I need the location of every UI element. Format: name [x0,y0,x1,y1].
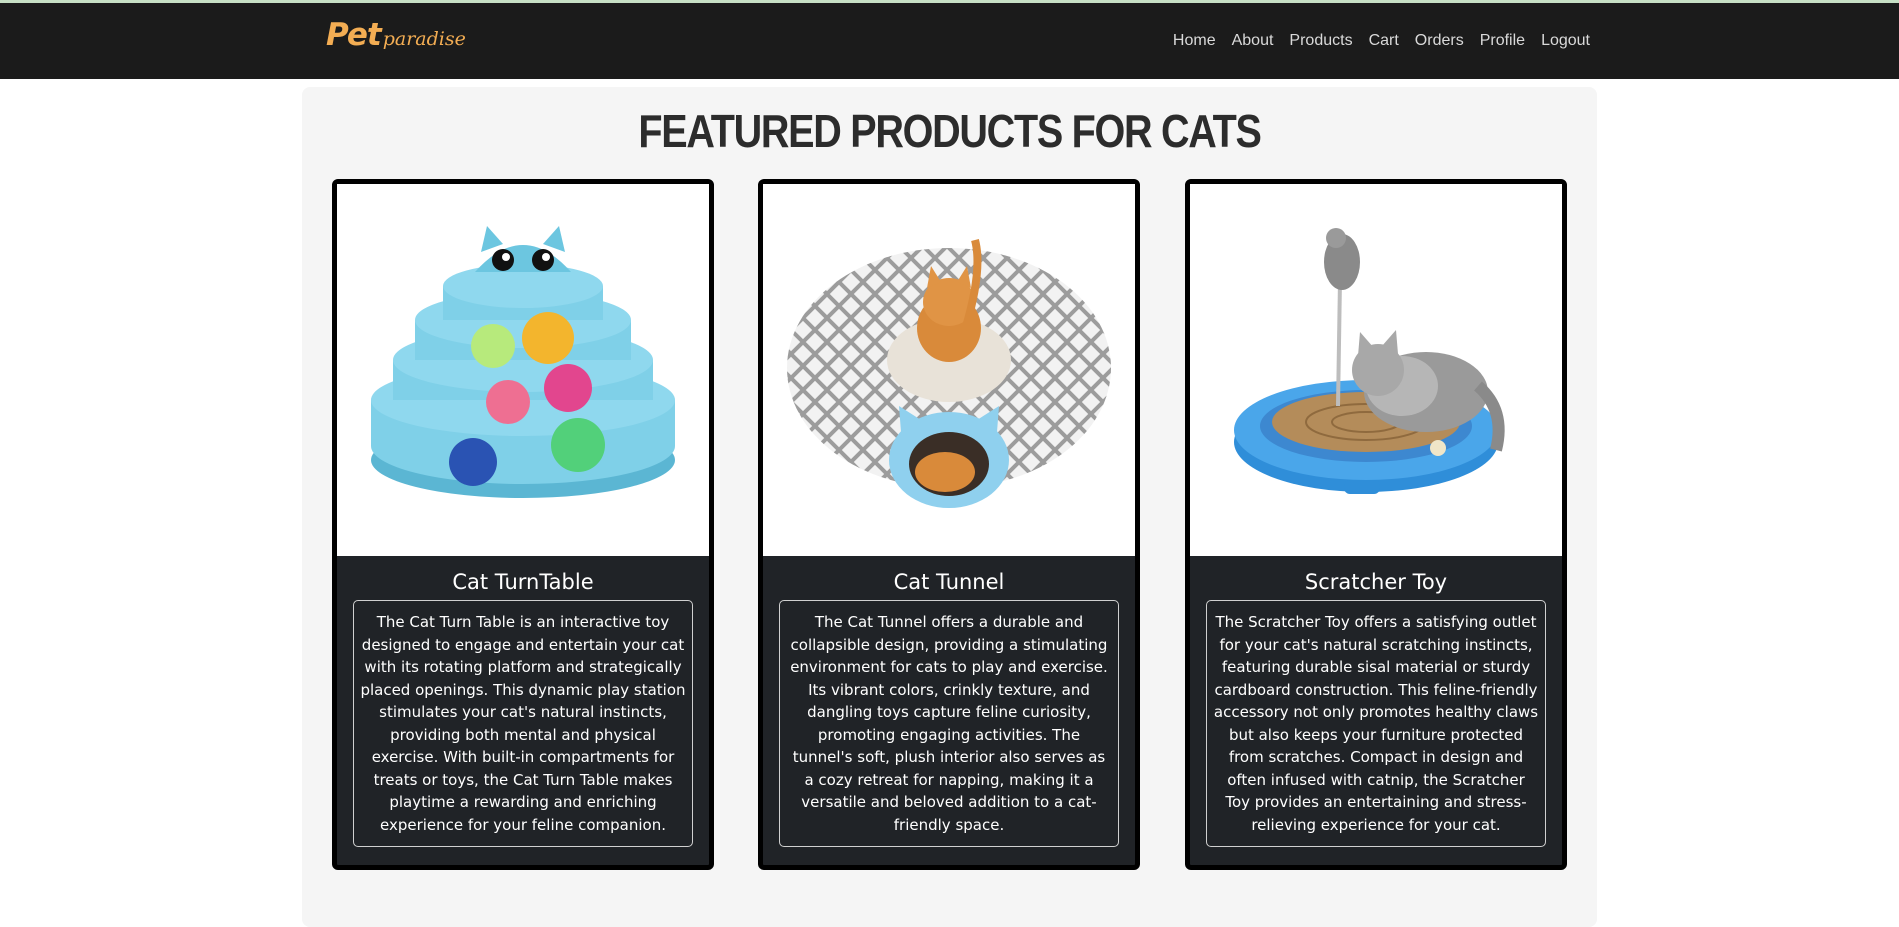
nav-link-cart[interactable]: Cart [1369,32,1399,50]
product-card-cat-tunnel[interactable]: Cat Tunnel The Cat Tunnel offers a durab… [758,179,1140,870]
nav-links: Home About Products Cart Orders Profile … [1173,32,1590,50]
product-card-cat-turntable[interactable]: Cat TurnTable The Cat Turn Table is an i… [332,179,714,870]
product-description: The Scratcher Toy offers a satisfying ou… [1206,600,1546,847]
product-image[interactable] [337,184,709,556]
logo-sub-text: paradise [382,28,466,50]
product-title: Cat TurnTable [452,570,594,594]
nav-link-home[interactable]: Home [1173,32,1216,50]
product-image[interactable] [763,184,1135,556]
featured-products-panel: FEATURED PRODUCTS FOR CATS Cat TurnTable… [302,87,1597,927]
product-title: Scratcher Toy [1304,570,1448,594]
nav-link-orders[interactable]: Orders [1415,32,1464,50]
nav-link-about[interactable]: About [1232,32,1274,50]
cat-tunnel-image [787,238,1111,508]
navbar: Pet paradise Home About Products Cart Or… [0,3,1899,79]
logo-main-text: Pet [326,17,382,53]
brand-logo[interactable]: Pet paradise [326,17,466,65]
cat-turntable-toy-image [371,226,675,498]
product-description: The Cat Tunnel offers a durable and coll… [779,600,1119,847]
product-title: Cat Tunnel [893,570,1005,594]
product-image[interactable] [1190,184,1562,556]
product-description: The Cat Turn Table is an interactive toy… [353,600,693,847]
scratcher-toy-image [1234,228,1505,494]
nav-link-logout[interactable]: Logout [1541,32,1590,50]
product-card-scratcher-toy[interactable]: Scratcher Toy The Scratcher Toy offers a… [1185,179,1567,870]
nav-link-products[interactable]: Products [1289,32,1352,50]
nav-link-profile[interactable]: Profile [1480,32,1525,50]
page-title: FEATURED PRODUCTS FOR CATS [638,105,1261,157]
